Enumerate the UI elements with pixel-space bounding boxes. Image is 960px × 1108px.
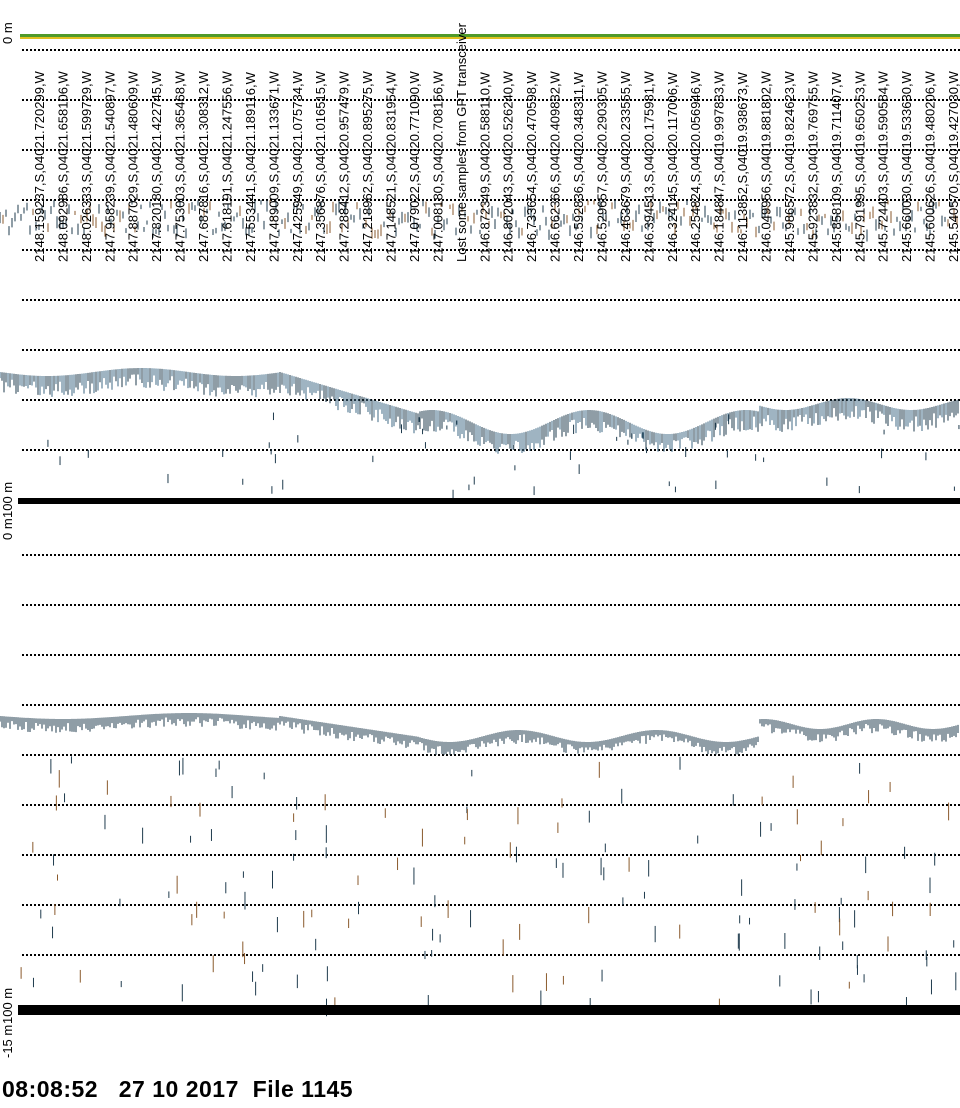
gps-label: 2147.008180,S,04020.708156,W	[430, 70, 445, 262]
gps-label: 2146.113852,S,04019.938673,W	[735, 71, 750, 262]
gps-label: 2147.820180,S,04021.422745,W	[149, 70, 164, 262]
gps-label: 2146.529657,S,04020.290305,W	[595, 70, 610, 262]
gps-label: 2146.662366,S,04020.409832,W	[548, 70, 563, 262]
gps-label: 2147.618191,S,04021.247556,W	[220, 70, 235, 262]
status-line: 08:08:52 27 10 2017 File 1145	[2, 1076, 353, 1103]
gps-label: 2147.218962,S,04020.895275,W	[360, 70, 375, 262]
surface-band-yellow	[20, 37, 960, 39]
gps-label: 2146.872349,S,04020.588110,W	[477, 71, 492, 262]
top-panel-start-label: 0 m	[0, 22, 15, 44]
gps-label: 2148.159237,S,04021.720299,W	[32, 70, 47, 262]
gps-label: 2148.092986,S,04021.658106,W	[55, 70, 70, 262]
gps-label: 2147.489009,S,04021.133671,W	[266, 70, 281, 262]
echogram-display: 2148.159237,S,04021.720299,W 2148.092986,…	[0, 22, 960, 1058]
gps-label: 2147.753003,S,04021.365468,W	[173, 70, 188, 262]
status-file: File 1145	[252, 1076, 354, 1102]
gps-label: 2147.887029,S,04021.480609,W	[126, 70, 141, 262]
gps-label: 2146.733654,S,04020.470598,W	[524, 70, 539, 262]
gps-label: 2147.148521,S,04020.831954,W	[384, 70, 399, 262]
gps-label: 2147.958239,S,04021.540897,W	[102, 70, 117, 262]
echo-returns	[0, 200, 960, 1017]
gps-label: 2145.858109,S,04019.711407,W	[829, 71, 844, 262]
bottom-panel-start-label: 0 m	[0, 518, 15, 540]
status-date: 27 10 2017	[118, 1076, 239, 1102]
gps-label: 2146.463679,S,04020.233555,W	[618, 70, 633, 262]
gps-label: 2146.802043,S,04020.526240,W	[501, 70, 516, 262]
gps-label: 2147.356876,S,04021.016515,W	[313, 70, 328, 262]
gps-label: 2146.254824,S,04020.056946,W	[688, 70, 703, 262]
gps-label: 2145.600626,S,04019.480206,W	[923, 70, 938, 262]
status-time: 08:08:52	[2, 1076, 99, 1102]
gps-label: 2147.425949,S,04021.075734,W	[290, 70, 305, 262]
gps-label: 2145.660030,S,04019.533630,W	[899, 70, 914, 262]
gps-label: 2147.553441,S,04021.189116,W	[243, 71, 258, 262]
gps-label: 2146.184847,S,04019.997833,W	[712, 70, 727, 262]
gps-label: 2146.592836,S,04020.348311,W	[571, 71, 586, 262]
panel-divider-bottom	[18, 1005, 960, 1015]
gps-label: 2146.324145,S,04020.117006,W	[665, 71, 680, 262]
gps-label: 2145.791995,S,04019.650253,W	[852, 70, 867, 262]
gps-label: Lost some samples from GPT transceiver	[454, 22, 469, 262]
gps-label: 2145.986572,S,04019.824623,W	[782, 70, 797, 262]
gps-label: 2147.079022,S,04020.771090,W	[407, 70, 422, 262]
panel-divider-top	[18, 498, 960, 504]
bottom-panel-end-label: 100 m	[0, 988, 15, 1024]
top-panel-end-label: 100 m	[0, 482, 15, 518]
gps-label-column: 2148.159237,S,04021.720299,W 2148.092986,…	[32, 22, 960, 262]
gps-label: 2147.687816,S,04021.308312,W	[196, 70, 211, 262]
gps-label: 2145.923832,S,04019.769755,W	[805, 70, 820, 262]
gps-label: 2146.394513,S,04020.175981,W	[641, 70, 656, 262]
gps-label: 2147.288412,S,04020.957479,W	[337, 70, 352, 262]
gps-label: 2145.724403,S,04019.590584,W	[876, 70, 891, 262]
gps-label: 2146.049956,S,04019.881802,W	[759, 70, 774, 262]
gps-label: 2148.026333,S,04021.599729,W	[79, 70, 94, 262]
gps-label: 2145.540570,S,04019.427030,W	[946, 70, 960, 262]
surface-band-green	[20, 34, 960, 37]
bottom-panel-offset-label: -15 m	[0, 1025, 15, 1058]
